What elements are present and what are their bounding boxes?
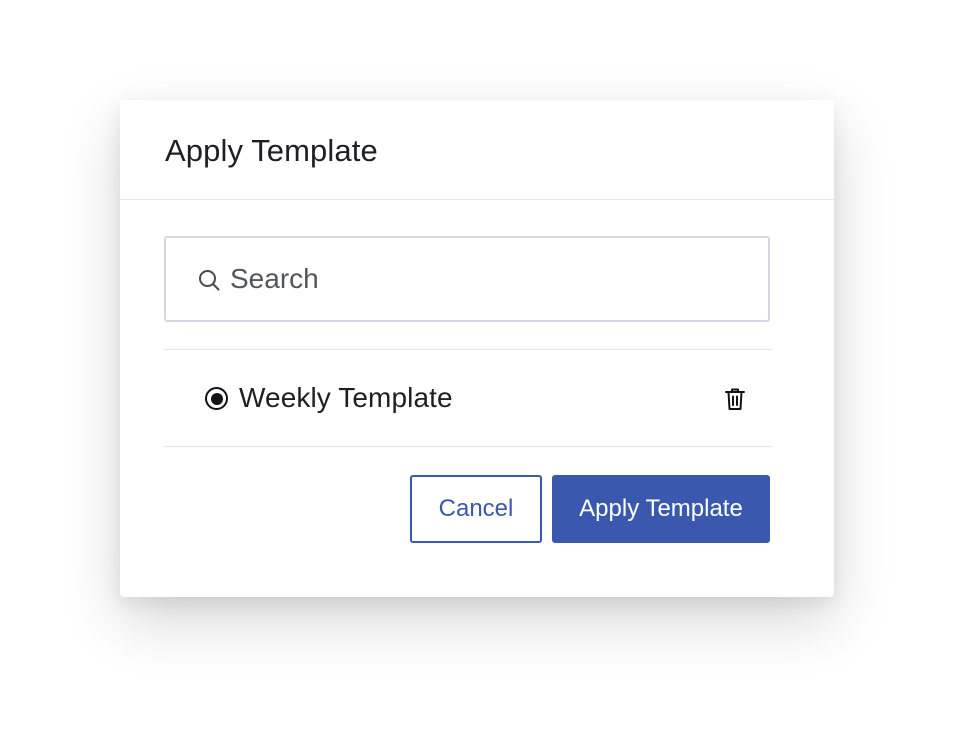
template-label: Weekly Template	[239, 382, 453, 413]
dialog-title: Apply Template	[165, 132, 378, 168]
search-icon	[196, 267, 222, 293]
template-list-item[interactable]: Weekly Template	[164, 350, 772, 446]
template-radio-button[interactable]	[205, 387, 228, 410]
search-box[interactable]	[164, 236, 770, 322]
apply-template-button[interactable]: Apply Template	[552, 475, 770, 543]
template-list: Weekly Template	[164, 349, 772, 447]
trash-icon[interactable]	[722, 386, 748, 412]
search-input[interactable]	[230, 263, 730, 295]
apply-template-dialog: Apply Template Weekly Template	[120, 100, 834, 597]
dialog-header: Apply Template	[120, 100, 834, 200]
radio-selected-dot	[210, 392, 223, 405]
cancel-button[interactable]: Cancel	[410, 475, 542, 543]
